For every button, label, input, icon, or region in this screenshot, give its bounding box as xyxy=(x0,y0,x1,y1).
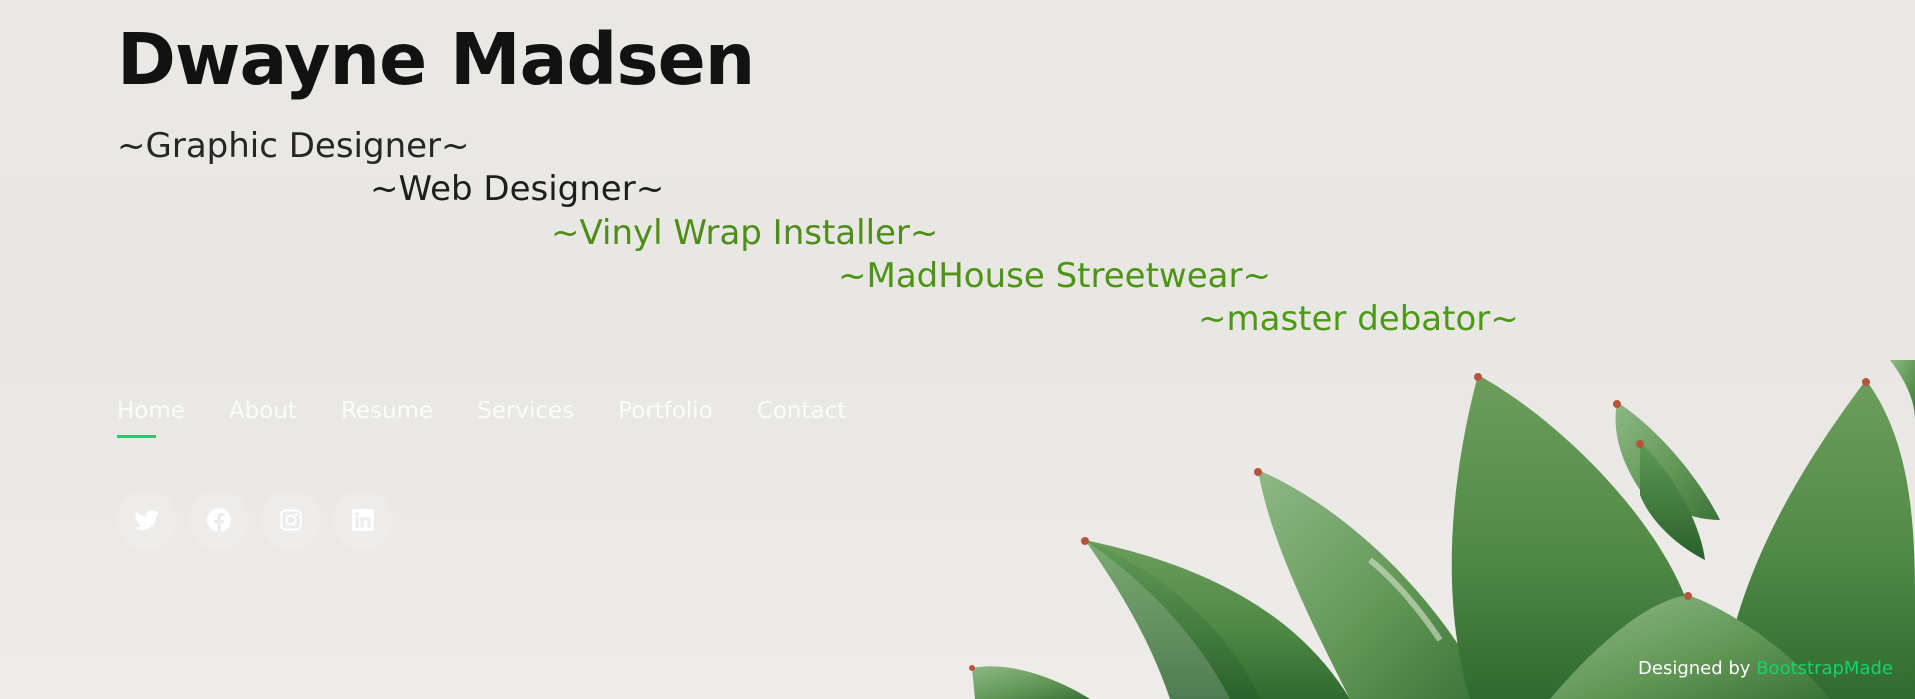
hero-section: Dwayne Madsen ~Graphic Designer~ ~Web De… xyxy=(0,0,1915,699)
nav-item-services[interactable]: Services xyxy=(477,396,574,426)
nav-item-portfolio[interactable]: Portfolio xyxy=(618,396,713,426)
social-links xyxy=(117,490,393,550)
succulent-plant-image xyxy=(969,360,1915,699)
twitter-button[interactable] xyxy=(117,490,177,550)
facebook-button[interactable] xyxy=(189,490,249,550)
instagram-icon xyxy=(280,509,302,531)
bootstrapmade-link[interactable]: BootstrapMade xyxy=(1756,658,1893,679)
role-madhouse-streetwear: ~MadHouse Streetwear~ xyxy=(838,256,1271,296)
nav-item-contact[interactable]: Contact xyxy=(757,396,846,426)
site-name-heading: Dwayne Madsen xyxy=(117,18,755,101)
nav-item-home[interactable]: Home xyxy=(117,396,185,438)
facebook-icon xyxy=(207,508,231,532)
instagram-button[interactable] xyxy=(261,490,321,550)
footer-credits: Designed by BootstrapMade xyxy=(1638,657,1893,681)
role-web-designer: ~Web Designer~ xyxy=(370,169,665,209)
linkedin-icon xyxy=(352,509,374,531)
role-graphic-designer: ~Graphic Designer~ xyxy=(117,126,470,166)
nav-item-resume[interactable]: Resume xyxy=(341,396,433,426)
role-vinyl-wrap-installer: ~Vinyl Wrap Installer~ xyxy=(551,213,939,253)
nav-item-about[interactable]: About xyxy=(229,396,297,426)
main-nav: Home About Resume Services Portfolio Con… xyxy=(117,396,846,438)
linkedin-button[interactable] xyxy=(333,490,393,550)
twitter-icon xyxy=(134,510,159,530)
role-master-debator: ~master debator~ xyxy=(1198,299,1519,339)
credits-prefix: Designed by xyxy=(1638,658,1751,679)
